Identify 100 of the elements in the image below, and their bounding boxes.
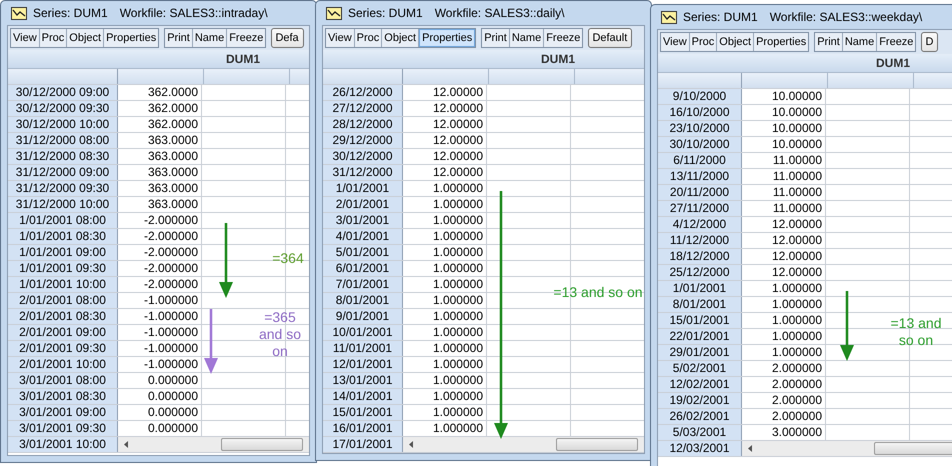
row-header: 14/01/2001: [323, 389, 403, 404]
table-cell: 1.000000: [403, 277, 487, 292]
table-cell: 12.00000: [403, 149, 487, 164]
table-cell: -1.000000: [118, 341, 202, 356]
row-header: 1/01/2001 08:30: [8, 229, 118, 244]
table-cell: 1.000000: [403, 421, 487, 436]
table-cell: 363.0000: [118, 165, 202, 180]
toolbar-button[interactable]: View: [661, 33, 690, 51]
toolbar-button[interactable]: Proc: [40, 29, 68, 47]
table-cell: 1.000000: [742, 281, 826, 296]
table-cell: 11.00000: [742, 153, 826, 168]
horizontal-scrollbar[interactable]: [403, 437, 644, 452]
table-cell: 1.000000: [403, 373, 487, 388]
row-header: 30/12/2000 10:00: [8, 117, 118, 132]
row-header: 31/12/2000 09:30: [8, 181, 118, 196]
scroll-left-icon[interactable]: [748, 445, 752, 452]
scrollbar-thumb[interactable]: [874, 442, 952, 455]
table-cell: 0.000000: [118, 421, 202, 436]
row-header: 30/10/2000: [658, 137, 742, 152]
annotation-text: =364: [271, 250, 305, 267]
table-cell: 12.00000: [403, 117, 487, 132]
table-cell: 1.000000: [403, 341, 487, 356]
toolbar-button[interactable]: Properties: [419, 29, 476, 47]
row-header: 16/01/2001: [323, 421, 403, 436]
table-cell: -1.000000: [118, 309, 202, 324]
table-cell: 362.0000: [118, 101, 202, 116]
default-dropdown[interactable]: Defa: [271, 28, 304, 48]
toolbar-button[interactable]: Print: [482, 29, 510, 47]
table-cell: 1.000000: [742, 329, 826, 344]
row-header: 26/02/2001: [658, 409, 742, 424]
toolbar-button[interactable]: Proc: [354, 29, 382, 47]
row-header: 31/12/2000 09:00: [8, 165, 118, 180]
table-cell: 363.0000: [118, 181, 202, 196]
table-cell: -1.000000: [118, 325, 202, 340]
table-cell: 1.000000: [403, 197, 487, 212]
row-header: 9/10/2000: [658, 89, 742, 104]
toolbar-button[interactable]: Object: [67, 29, 104, 47]
table-cell: 1.000000: [742, 313, 826, 328]
table-cell: 362.0000: [118, 85, 202, 100]
table-cell: -2.000000: [118, 213, 202, 228]
row-header: 2/01/2001 08:30: [8, 309, 118, 324]
table-cell: 1.000000: [403, 309, 487, 324]
row-header: 6/11/2000: [658, 153, 742, 168]
table-cell: 363.0000: [118, 149, 202, 164]
table-cell: 12.00000: [403, 165, 487, 180]
table-cell: 10.00000: [742, 121, 826, 136]
toolbar-button[interactable]: View: [326, 29, 355, 47]
table-cell: -2.000000: [118, 261, 202, 276]
row-header: 3/01/2001 08:00: [8, 373, 118, 388]
toolbar-button[interactable]: Name: [192, 29, 228, 47]
row-header: 1/01/2001 09:00: [8, 245, 118, 260]
default-dropdown[interactable]: Default: [588, 28, 632, 48]
default-dropdown[interactable]: D: [921, 32, 938, 52]
toolbar-button[interactable]: Print: [815, 33, 843, 51]
toolbar-button[interactable]: Name: [510, 29, 544, 47]
table-cell: 12.00000: [403, 101, 487, 116]
row-header: 2/01/2001 08:00: [8, 293, 118, 308]
toolbar-button[interactable]: Object: [717, 33, 754, 51]
scroll-left-icon[interactable]: [409, 441, 413, 448]
toolbar-button[interactable]: Print: [165, 29, 193, 47]
row-header: 1/01/2001 08:00: [8, 213, 118, 228]
annotation-text: =13 and so on: [552, 284, 644, 301]
table-cell: 12.00000: [403, 85, 487, 100]
horizontal-scrollbar[interactable]: [742, 441, 952, 456]
row-header: 4/01/2001: [323, 229, 403, 244]
toolbar-button[interactable]: Object: [382, 29, 420, 47]
table-cell: -2.000000: [118, 245, 202, 260]
table-cell: 2.000000: [742, 361, 826, 376]
row-header: 8/01/2001: [658, 297, 742, 312]
row-header: 3/01/2001 10:00: [8, 437, 118, 452]
scroll-left-icon[interactable]: [124, 441, 128, 448]
toolbar-button[interactable]: Proc: [690, 33, 718, 51]
table-cell: -2.000000: [118, 229, 202, 244]
table-cell: 3.000000: [742, 425, 826, 440]
table-cell: 1.000000: [403, 213, 487, 228]
table-cell: 1.000000: [403, 261, 487, 276]
scrollbar-thumb[interactable]: [556, 438, 638, 451]
row-header: 11/01/2001: [323, 341, 403, 356]
scrollbar-thumb[interactable]: [221, 438, 303, 451]
window-title: Series: DUM1: [33, 6, 108, 20]
row-header: 1/01/2001: [323, 181, 403, 196]
table-cell: 1.000000: [403, 293, 487, 308]
table-cell: 0.000000: [118, 373, 202, 388]
row-header: 5/02/2001: [658, 361, 742, 376]
table-cell: 2.000000: [742, 393, 826, 408]
row-header: 31/12/2000 08:30: [8, 149, 118, 164]
row-header: 13/01/2001: [323, 373, 403, 388]
row-header: 2/01/2001: [323, 197, 403, 212]
horizontal-scrollbar[interactable]: [118, 437, 309, 452]
table-cell: 1.000000: [403, 325, 487, 340]
row-header: 1/01/2001: [658, 281, 742, 296]
toolbar-button[interactable]: Name: [842, 33, 878, 51]
workfile-label: Workfile: SALES3::daily\: [434, 6, 565, 20]
row-header: 29/01/2001: [658, 345, 742, 360]
table-cell: -2.000000: [118, 277, 202, 292]
table-cell: 0.000000: [118, 389, 202, 404]
toolbar-button[interactable]: View: [11, 29, 40, 47]
table-cell: 1.000000: [742, 297, 826, 312]
table-cell: 363.0000: [118, 197, 202, 212]
row-header: 2/01/2001 10:00: [8, 357, 118, 372]
